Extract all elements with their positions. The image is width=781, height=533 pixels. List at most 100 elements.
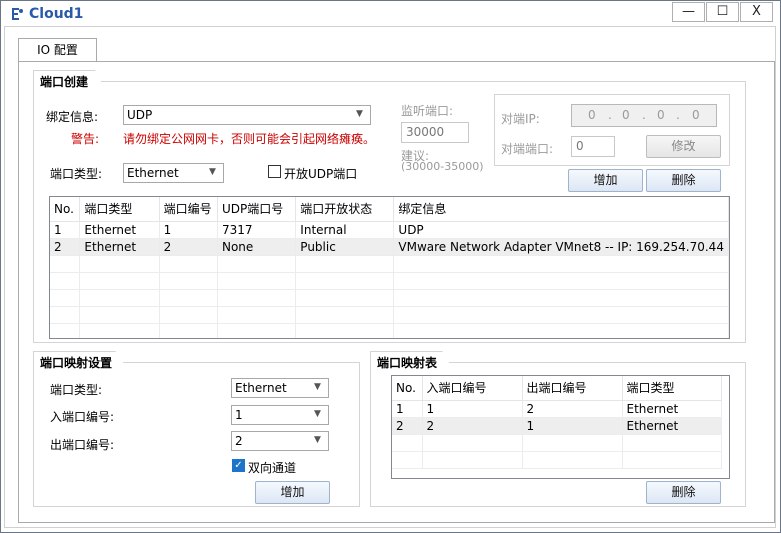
col-header-port-number[interactable]: 端口编号: [159, 197, 218, 222]
col-header-out-port[interactable]: 出端口编号: [522, 376, 623, 401]
listen-port-input[interactable]: 30000: [401, 122, 469, 143]
col-header-in-port[interactable]: 入端口编号: [422, 376, 523, 401]
empty-row: [392, 451, 722, 469]
empty-row: [50, 289, 729, 307]
cell: None: [217, 238, 297, 256]
col-header-binding[interactable]: 绑定信息: [393, 197, 729, 222]
out-port-value: 2: [235, 434, 243, 448]
cell: 1: [50, 221, 81, 239]
col-header-port-type[interactable]: 端口类型: [622, 376, 722, 401]
out-port-select[interactable]: 2 ▼: [231, 431, 329, 451]
port-table-header: No. 端口类型 端口编号 UDP端口号 端口开放状态 绑定信息: [50, 197, 729, 222]
maximize-button[interactable]: ☐: [706, 2, 739, 22]
cell: 1: [392, 400, 423, 418]
cell: 2: [50, 238, 81, 256]
cell: 7317: [217, 221, 297, 239]
open-udp-label: 开放UDP端口: [284, 167, 358, 181]
cell: Ethernet: [622, 400, 722, 418]
bidirectional-label: 双向通道: [248, 461, 297, 475]
empty-row: [392, 434, 722, 452]
bidirectional-checkbox[interactable]: ✓: [232, 459, 245, 472]
peer-ip-label: 对端IP:: [501, 112, 540, 126]
col-header-no[interactable]: No.: [392, 376, 423, 401]
col-header-port-type[interactable]: 端口类型: [79, 197, 160, 222]
listen-port-label: 监听端口:: [401, 104, 454, 118]
chevron-down-icon: ▼: [314, 409, 321, 419]
add-mapping-button[interactable]: 增加: [255, 481, 330, 504]
cell: 2: [422, 417, 523, 435]
binding-label: 绑定信息:: [46, 110, 99, 124]
mapping-table-title: 端口映射表: [370, 351, 456, 373]
open-udp-checkbox[interactable]: [268, 165, 281, 178]
binding-select[interactable]: UDP ▼: [123, 105, 371, 125]
peer-port-label: 对端端口:: [501, 142, 554, 156]
col-header-udp-port[interactable]: UDP端口号: [217, 197, 297, 222]
col-header-open-state[interactable]: 端口开放状态: [295, 197, 395, 222]
peer-ip-input[interactable]: 0 . 0 . 0 . 0: [571, 104, 717, 127]
port-table: No. 端口类型 端口编号 UDP端口号 端口开放状态 绑定信息 1 Ether…: [49, 196, 730, 339]
port-create-title: 端口创建: [33, 70, 107, 92]
col-header-no[interactable]: No.: [50, 197, 81, 222]
chevron-down-icon: ▼: [314, 382, 321, 392]
ip-dot: .: [608, 108, 612, 122]
cell: Public: [295, 238, 395, 256]
empty-row: [50, 323, 729, 338]
in-port-label: 入端口编号:: [50, 410, 115, 424]
in-port-value: 1: [235, 408, 243, 422]
table-row[interactable]: 2 Ethernet 2 None Public VMware Network …: [50, 238, 729, 256]
cell: VMware Network Adapter VMnet8 -- IP: 169…: [393, 238, 729, 256]
table-row[interactable]: 1 1 2 Ethernet: [392, 400, 722, 418]
mapping-table: No. 入端口编号 出端口编号 端口类型 1 1 2 Ethernet 2 2 …: [391, 375, 730, 479]
table-row[interactable]: 2 2 1 Ethernet: [392, 417, 722, 435]
peer-ip-octet-2: 0: [622, 108, 630, 122]
mapping-settings-title: 端口映射设置: [33, 351, 131, 373]
map-port-type-select[interactable]: Ethernet ▼: [231, 378, 329, 398]
cell: 1: [422, 400, 523, 418]
empty-row: [50, 306, 729, 324]
chevron-down-icon: ▼: [356, 109, 363, 119]
chevron-down-icon: ▼: [209, 167, 216, 177]
table-row[interactable]: 1 Ethernet 1 7317 Internal UDP: [50, 221, 729, 239]
delete-port-button[interactable]: 删除: [646, 169, 721, 192]
out-port-label: 出端口编号:: [50, 438, 115, 452]
peer-ip-octet-1: 0: [588, 108, 596, 122]
empty-row: [50, 272, 729, 290]
close-button[interactable]: X: [740, 2, 773, 22]
port-type-label: 端口类型:: [50, 167, 103, 181]
warning-text: 请勿绑定公网网卡，否则可能会引起网络瘫痪。: [123, 132, 376, 146]
tab-io-config[interactable]: IO 配置: [18, 38, 97, 62]
add-port-button[interactable]: 增加: [568, 169, 643, 192]
cell: Ethernet: [79, 238, 160, 256]
minimize-button[interactable]: —: [672, 2, 705, 22]
cell: 2: [159, 238, 218, 256]
cell: Ethernet: [79, 221, 160, 239]
modify-button[interactable]: 修改: [646, 135, 721, 158]
cell: 2: [522, 400, 623, 418]
chevron-down-icon: ▼: [314, 435, 321, 445]
cloud-app-icon: [12, 8, 23, 20]
ip-dot: .: [676, 108, 680, 122]
empty-row: [50, 255, 729, 273]
cell: Internal: [295, 221, 395, 239]
mapping-table-grid: No. 入端口编号 出端口编号 端口类型 1 1 2 Ethernet 2 2 …: [392, 376, 722, 469]
window-title: Cloud1: [29, 6, 84, 22]
port-type-select-value: Ethernet: [127, 166, 179, 180]
peer-ip-octet-3: 0: [657, 108, 665, 122]
binding-select-value: UDP: [127, 108, 153, 122]
suggest-range: (30000-35000): [401, 160, 484, 173]
cell: 1: [159, 221, 218, 239]
title-bar[interactable]: Cloud1 — ☐ X: [1, 1, 780, 27]
port-table-grid: No. 端口类型 端口编号 UDP端口号 端口开放状态 绑定信息 1 Ether…: [50, 197, 729, 338]
ip-dot: .: [642, 108, 646, 122]
map-port-type-value: Ethernet: [235, 381, 287, 395]
cell: 1: [522, 417, 623, 435]
cell: UDP: [393, 221, 729, 239]
cell: 2: [392, 417, 423, 435]
peer-ip-octet-4: 0: [692, 108, 700, 122]
map-port-type-label: 端口类型:: [50, 383, 103, 397]
delete-mapping-button[interactable]: 删除: [646, 481, 721, 504]
port-type-select[interactable]: Ethernet ▼: [123, 163, 224, 183]
in-port-select[interactable]: 1 ▼: [231, 405, 329, 425]
cell: Ethernet: [622, 417, 722, 435]
peer-port-input[interactable]: 0: [571, 136, 615, 157]
